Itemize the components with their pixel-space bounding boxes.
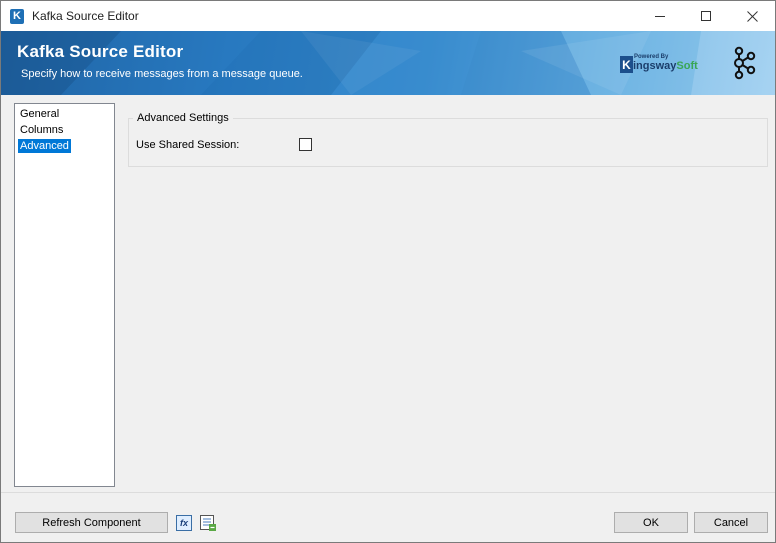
maximize-icon	[701, 11, 711, 21]
window-title: Kafka Source Editor	[32, 9, 139, 23]
kingswaysoft-logo: Powered By K ingswaySoft	[615, 51, 711, 79]
maximize-button[interactable]	[683, 1, 729, 31]
brand-name-main: ingsway	[633, 60, 677, 72]
use-shared-session-checkbox[interactable]	[299, 138, 312, 151]
app-icon: K	[10, 9, 24, 24]
title-bar[interactable]: K Kafka Source Editor	[1, 1, 775, 31]
advanced-settings-title: Advanced Settings	[133, 112, 233, 124]
close-icon	[746, 10, 758, 22]
minimize-icon	[655, 15, 665, 17]
expression-fx-icon[interactable]: fx	[176, 515, 192, 531]
refresh-component-button[interactable]: Refresh Component	[15, 512, 168, 533]
footer-divider	[1, 492, 775, 493]
brand-k-icon: K	[620, 56, 633, 73]
nav-item-advanced[interactable]: Advanced	[18, 139, 71, 153]
nav-item-general[interactable]: General	[18, 107, 61, 121]
brand-name-soft: Soft	[676, 60, 698, 72]
minimize-button[interactable]	[637, 1, 683, 31]
settings-nav-list[interactable]: General Columns Advanced	[14, 103, 115, 487]
brand-name: ingswaySoft	[633, 60, 698, 72]
kafka-logo-icon	[734, 46, 756, 80]
close-button[interactable]	[729, 1, 775, 31]
use-shared-session-label: Use Shared Session:	[136, 139, 240, 151]
header-banner: Kafka Source Editor Specify how to recei…	[1, 31, 775, 95]
banner-title: Kafka Source Editor	[17, 42, 184, 61]
ok-button[interactable]: OK	[614, 512, 688, 533]
variables-list-icon[interactable]	[200, 515, 216, 531]
nav-item-columns[interactable]: Columns	[18, 123, 65, 137]
kafka-source-editor-window: K Kafka Source Editor Kafka Source Edito…	[0, 0, 776, 543]
cancel-button[interactable]: Cancel	[694, 512, 768, 533]
banner-subtitle: Specify how to receive messages from a m…	[21, 68, 303, 80]
